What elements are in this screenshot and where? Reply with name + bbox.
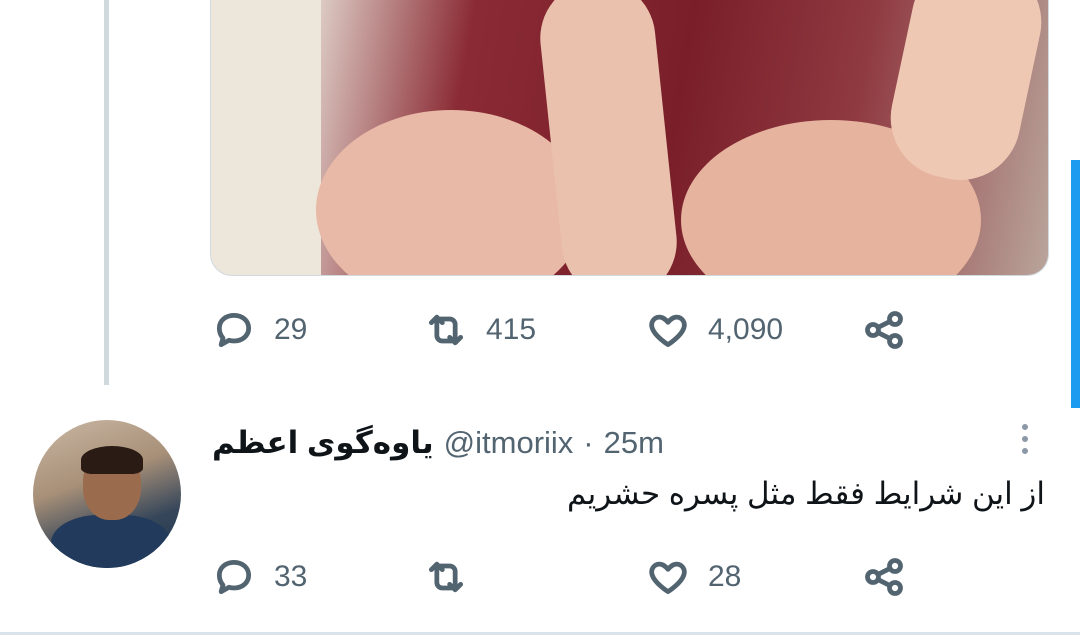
- tweet2-action-bar: 33 28: [212, 555, 912, 599]
- avatar-shape: [81, 446, 143, 474]
- like-count: 4,090: [708, 313, 784, 346]
- display-name[interactable]: یاوه‌گوی اعظم: [212, 425, 434, 461]
- tweet-media-image[interactable]: [210, 0, 1049, 276]
- media-shape: [316, 110, 586, 275]
- retweet-count: 415: [486, 313, 537, 346]
- more-icon-dot: [1022, 448, 1028, 454]
- tweet-header: یاوه‌گوی اعظم @itmoriix · 25m: [212, 418, 664, 468]
- more-icon-dot: [1022, 436, 1028, 442]
- reply-icon: [216, 559, 252, 595]
- like-icon: [649, 561, 687, 595]
- reply-count: 29: [274, 313, 308, 346]
- share-icon: [865, 558, 903, 596]
- scroll-accent: [1071, 160, 1080, 408]
- share-icon: [865, 311, 903, 349]
- media-pillow: [211, 0, 321, 275]
- avatar[interactable]: [33, 420, 181, 568]
- reply-icon: [216, 312, 252, 348]
- like-count: 28: [708, 560, 742, 593]
- retweet-icon: [428, 314, 464, 346]
- tweet-text: از این شرایط فقط مثل پسره حشریم: [566, 476, 1045, 511]
- divider: [0, 632, 1080, 635]
- tweet1-action-bar: 29 415 4,090: [212, 308, 912, 352]
- reply-count: 33: [274, 560, 308, 593]
- share-button[interactable]: [862, 555, 906, 599]
- timestamp[interactable]: 25m: [604, 425, 664, 461]
- like-button[interactable]: 4,090: [646, 308, 783, 352]
- more-icon-dot: [1022, 424, 1028, 430]
- user-handle[interactable]: @itmoriix: [444, 425, 574, 461]
- reply-button[interactable]: 29: [212, 308, 307, 352]
- retweet-button[interactable]: [424, 555, 486, 599]
- thread-line: [104, 0, 109, 385]
- like-icon: [649, 314, 687, 348]
- retweet-button[interactable]: 415: [424, 308, 536, 352]
- retweet-icon: [428, 561, 464, 593]
- like-button[interactable]: 28: [646, 555, 741, 599]
- share-button[interactable]: [862, 308, 906, 352]
- reply-button[interactable]: 33: [212, 555, 307, 599]
- more-options-button[interactable]: [1010, 418, 1040, 462]
- separator-dot: ·: [583, 425, 594, 460]
- avatar-shape: [51, 515, 171, 568]
